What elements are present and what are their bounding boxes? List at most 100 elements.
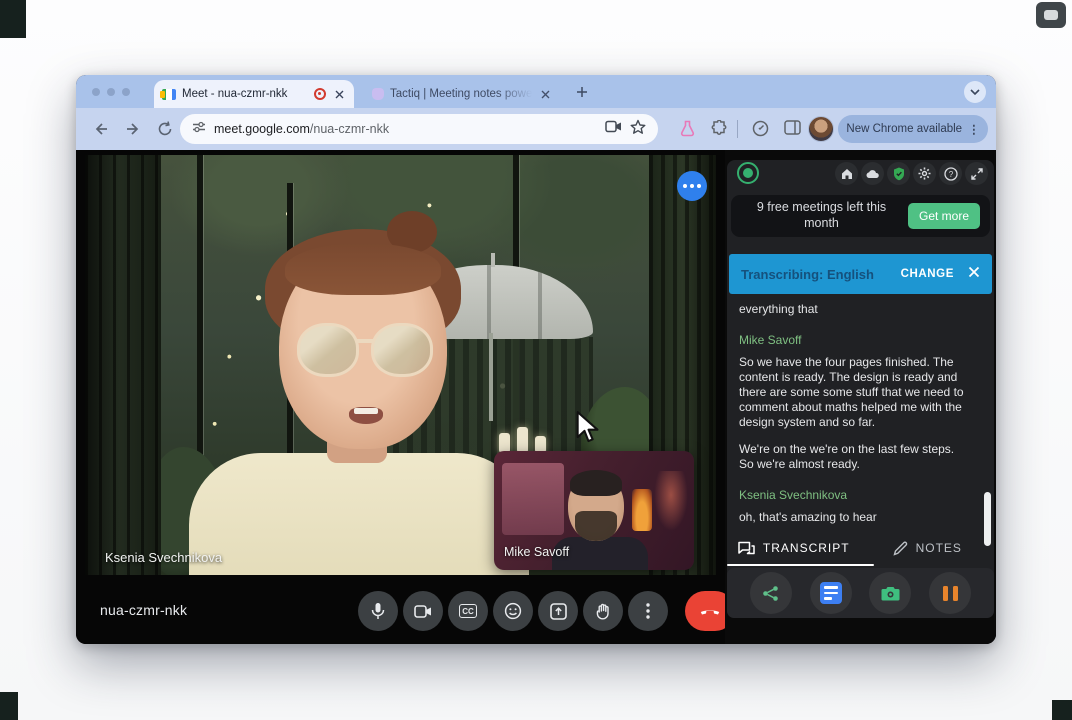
tactiq-favicon [372,88,384,100]
transcript-line: everything that [739,302,970,317]
sidebar-tabs: TRANSCRIPT NOTES [727,532,994,564]
home-icon[interactable] [835,162,858,185]
bookmark-star-icon[interactable] [630,119,646,140]
pause-icon [943,586,958,601]
free-meetings-banner: 9 free meetings left this month Get more [731,195,990,237]
new-tab-button[interactable] [574,84,590,100]
participant-torso [189,453,529,575]
transcript-line: So we have the four pages finished. The … [739,355,970,430]
cloud-icon[interactable] [861,162,884,185]
browser-window: Meet - nua-czmr-nkk Tactiq | Meeting not… [76,75,996,644]
pip-video-tile[interactable]: Mike Savoff [494,451,694,570]
meet-call-area: Ksenia Svechnikova Mike Savoff [76,150,725,644]
close-transcribing-icon[interactable] [968,265,980,283]
forward-button[interactable] [124,120,142,138]
close-tab-icon[interactable] [332,87,346,101]
page-content: Ksenia Svechnikova Mike Savoff [76,150,996,644]
active-tab-underline [727,564,874,567]
candles [499,427,546,453]
chrome-update-label: New Chrome available [846,123,962,135]
tab-notes[interactable]: NOTES [861,532,995,564]
reactions-button[interactable] [493,591,533,631]
pause-recording-button[interactable] [929,572,971,614]
present-button[interactable] [538,591,578,631]
free-meetings-text: 9 free meetings left this month [741,200,908,231]
browser-toolbar: meet.google.com/nua-czmr-nkk [76,108,996,150]
pip-participant-face [568,473,624,541]
desktop: Meet - nua-czmr-nkk Tactiq | Meeting not… [0,0,1072,720]
shield-check-icon[interactable] [887,162,910,185]
transcribing-label: Transcribing: English [741,267,893,282]
svg-text:?: ? [948,170,953,179]
pip-window [502,463,564,535]
screenshot-button[interactable] [869,572,911,614]
profile-avatar[interactable] [808,116,834,142]
umbrella-pole [489,333,493,421]
close-tab-icon[interactable] [538,87,552,101]
tactiq-action-bar [727,568,994,618]
speed-dial-icon[interactable] [752,120,770,138]
expand-icon[interactable] [965,162,988,185]
tab-search-chevron-icon[interactable] [964,81,986,103]
transcript-line: oh, that's amazing to hear [739,510,970,524]
google-docs-button[interactable] [810,572,852,614]
raise-hand-button[interactable] [583,591,623,631]
meeting-code: nua-czmr-nkk [100,602,187,618]
chat-notification-icon[interactable] [677,171,707,201]
pip-name-label: Mike Savoff [504,545,569,559]
captions-button[interactable]: CC [448,591,488,631]
site-info-icon[interactable] [192,120,206,139]
transcript-speaker: Ksenia Svechnikova [739,488,970,502]
tab-strip: Meet - nua-czmr-nkk Tactiq | Meeting not… [76,75,996,108]
tactiq-header-icons: ? [835,162,988,185]
participant-glasses [297,323,433,381]
camera-permission-icon[interactable] [605,120,622,138]
address-bar[interactable]: meet.google.com/nua-czmr-nkk [180,114,658,144]
tactiq-logo-icon [737,162,759,184]
transcript-speaker: Mike Savoff [739,333,970,347]
recording-indicator-icon [314,88,326,100]
tab-meet[interactable]: Meet - nua-czmr-nkk [154,80,354,108]
desktop-corner-bottom-right [1052,700,1072,720]
tab-title: Tactiq | Meeting notes powe [390,88,532,100]
transcribing-bar: Transcribing: English CHANGE [729,254,992,294]
more-options-button[interactable] [628,591,668,631]
mic-button[interactable] [358,591,398,631]
mouse-cursor [575,411,603,450]
url-text[interactable]: meet.google.com/nua-czmr-nkk [214,122,597,136]
transcript-line: We're on the we're on the last few steps… [739,442,970,472]
chat-bubble-icon [1036,2,1066,28]
transcript-chat-icon [739,542,750,553]
google-docs-icon [820,582,842,604]
transcript-list[interactable]: everything that Mike Savoff So we have t… [739,302,970,524]
tactiq-sidebar: ? 9 free meetings left this month Get mo… [725,150,996,644]
video-stage: Ksenia Svechnikova Mike Savoff [85,155,716,575]
tactiq-extension-icon[interactable] [679,120,697,138]
pip-fireplace [632,489,652,531]
tab-tactiq[interactable]: Tactiq | Meeting notes powe [364,82,560,106]
participant-mouth [349,407,383,424]
participant-name-label: Ksenia Svechnikova [105,550,222,565]
back-button[interactable] [92,120,110,138]
get-more-button[interactable]: Get more [908,203,980,229]
camera-button[interactable] [403,591,443,631]
more-menu-icon[interactable]: ⋮ [968,122,980,136]
desktop-corner-top-left [0,0,26,38]
share-button[interactable] [750,572,792,614]
desktop-corner-bottom-left [0,692,18,720]
meet-favicon [162,89,176,100]
tab-title: Meet - nua-czmr-nkk [182,88,308,100]
side-panel-icon[interactable] [784,120,802,138]
video-letterbox-left [85,155,161,575]
gear-icon[interactable] [913,162,936,185]
window-controls[interactable] [92,88,130,96]
change-language-button[interactable]: CHANGE [901,268,954,280]
pencil-icon [894,542,906,554]
tab-transcript[interactable]: TRANSCRIPT [727,532,861,564]
chrome-update-button[interactable]: New Chrome available ⋮ [838,115,988,143]
toolbar-divider [737,120,738,138]
help-icon[interactable]: ? [939,162,962,185]
pip-lamp-glow [654,471,688,531]
refresh-button[interactable] [156,120,174,138]
extensions-puzzle-icon[interactable] [711,120,729,138]
